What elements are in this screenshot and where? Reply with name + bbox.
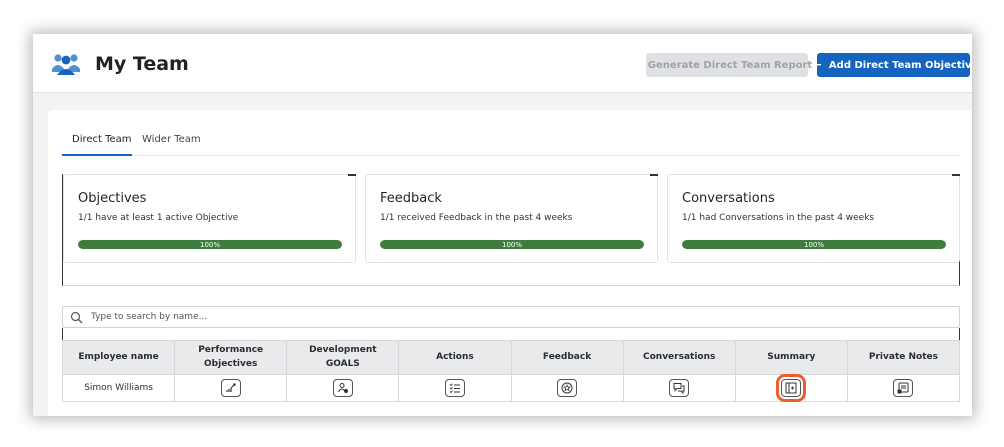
summary-icon xyxy=(785,382,797,394)
progress-label: 100% xyxy=(803,240,824,249)
column-feedback[interactable]: Feedback xyxy=(510,340,624,375)
conversations-cell xyxy=(622,374,736,402)
person-goal-icon xyxy=(337,383,348,393)
generate-report-label: Generate Direct Team Report xyxy=(647,59,813,71)
summary-cell xyxy=(734,374,848,402)
header-bar: My Team Generate Direct Team Report + Ad… xyxy=(33,34,972,93)
stat-title: Objectives xyxy=(78,191,147,206)
stat-title: Feedback xyxy=(380,191,442,206)
search-box xyxy=(62,306,960,328)
chat-bubbles-icon xyxy=(673,383,685,394)
summary-button[interactable] xyxy=(776,374,807,402)
private-notes-button[interactable] xyxy=(893,379,914,397)
stat-card-conversations: Conversations 1/1 had Conversations in t… xyxy=(667,174,960,263)
stat-description: 1/1 have at least 1 active Objective xyxy=(78,213,239,223)
locked-note-icon xyxy=(897,382,909,394)
column-summary[interactable]: Summary xyxy=(734,340,848,375)
chart-rocket-icon xyxy=(226,383,236,392)
progress-bar: 100% xyxy=(380,240,644,249)
generate-report-button[interactable]: Generate Direct Team Report xyxy=(646,53,812,77)
actions-cell xyxy=(398,374,512,402)
active-tab-indicator xyxy=(62,154,132,156)
app-window: My Team Generate Direct Team Report + Ad… xyxy=(33,34,972,416)
column-performance-objectives[interactable]: Performance Objectives xyxy=(174,340,288,375)
progress-label: 100% xyxy=(199,240,220,249)
search-input[interactable] xyxy=(91,309,941,325)
progress-label: 100% xyxy=(501,240,522,249)
add-objective-label: Add Direct Team Objective xyxy=(828,59,972,71)
page-title: My Team xyxy=(95,53,189,75)
progress-fill: 100% xyxy=(682,240,946,249)
table-row: Simon Williams xyxy=(61,374,961,402)
progress-bar: 100% xyxy=(78,240,342,249)
column-private-notes[interactable]: Private Notes xyxy=(846,340,961,375)
development-goals-button[interactable] xyxy=(332,379,353,397)
stat-description: 1/1 had Conversations in the past 4 week… xyxy=(682,213,875,223)
performance-cell xyxy=(174,374,288,402)
feedback-cell xyxy=(510,374,624,402)
progress-fill: 100% xyxy=(78,240,342,249)
plus-icon: + xyxy=(808,54,823,75)
conversations-button[interactable] xyxy=(669,379,690,397)
star-badge-icon xyxy=(561,382,573,394)
section-divider xyxy=(62,328,960,340)
development-cell xyxy=(286,374,400,402)
progress-fill: 100% xyxy=(380,240,644,249)
stats-section: Objectives 1/1 have at least 1 active Ob… xyxy=(62,174,960,286)
stat-title: Conversations xyxy=(682,191,775,206)
performance-objectives-button[interactable] xyxy=(220,379,241,397)
checklist-icon xyxy=(449,383,460,394)
stat-card-objectives: Objectives 1/1 have at least 1 active Ob… xyxy=(63,174,356,263)
column-actions[interactable]: Actions xyxy=(398,340,512,375)
team-tabs: Direct Team Wider Team xyxy=(62,130,960,156)
private-notes-cell xyxy=(846,374,961,402)
employee-name-cell[interactable]: Simon Williams xyxy=(61,374,176,402)
stat-card-feedback: Feedback 1/1 received Feedback in the pa… xyxy=(365,174,658,263)
team-icon xyxy=(52,54,80,75)
search-icon xyxy=(70,311,83,324)
progress-bar: 100% xyxy=(682,240,946,249)
column-conversations[interactable]: Conversations xyxy=(622,340,736,375)
add-objective-button[interactable]: + Add Direct Team Objective xyxy=(809,53,972,77)
team-table: Employee name Performance Objectives Deve… xyxy=(61,340,961,402)
column-development-goals[interactable]: Development GOALS xyxy=(286,340,400,375)
table-header-row: Employee name Performance Objectives Deve… xyxy=(61,340,961,375)
tab-wider-team[interactable]: Wider Team xyxy=(142,134,201,145)
actions-button[interactable] xyxy=(444,379,465,397)
column-employee-name[interactable]: Employee name xyxy=(61,340,176,375)
team-card: Direct Team Wider Team Objectives 1/1 ha… xyxy=(48,110,972,416)
tab-direct-team[interactable]: Direct Team xyxy=(72,134,132,145)
stat-description: 1/1 received Feedback in the past 4 week… xyxy=(380,213,573,223)
feedback-button[interactable] xyxy=(557,379,578,397)
